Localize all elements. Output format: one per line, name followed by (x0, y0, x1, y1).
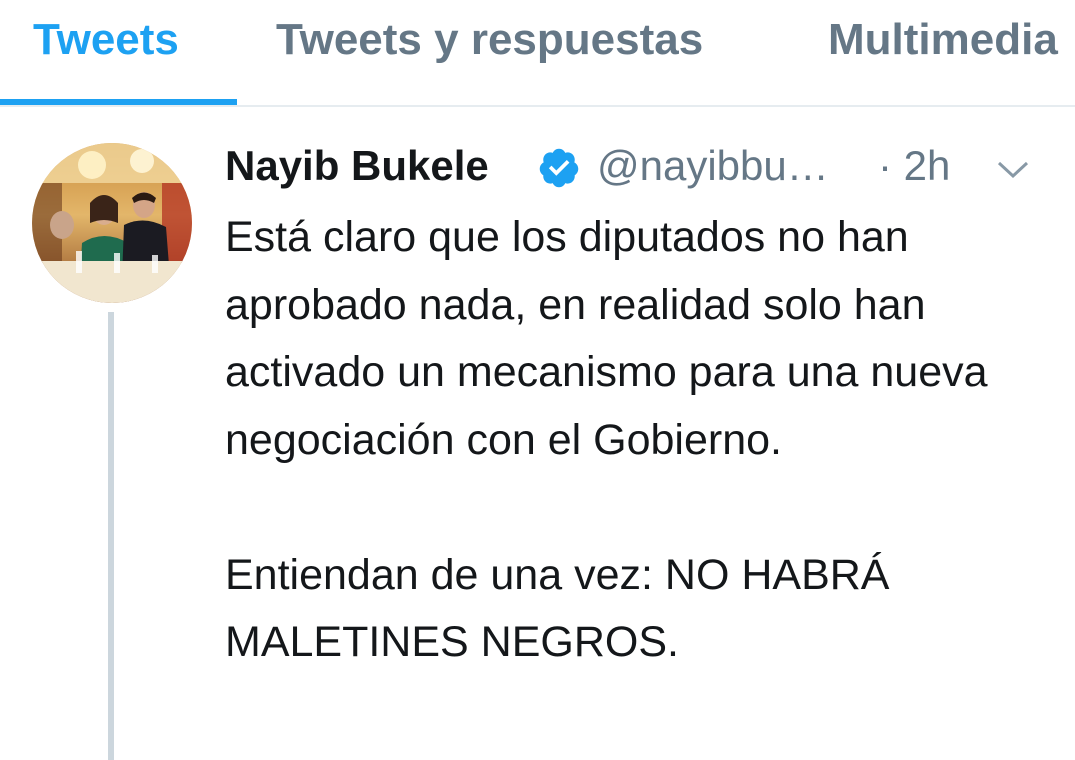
profile-tabs: Tweets Tweets y respuestas Multimedia (0, 0, 1075, 107)
tweet-paragraph: Está claro que los diputados no han apro… (225, 213, 988, 464)
tab-tweets-replies[interactable]: Tweets y respuestas (276, 14, 703, 66)
tweet-timestamp[interactable]: · 2h (878, 140, 950, 192)
author-name[interactable]: Nayib Bukele (225, 140, 489, 192)
active-tab-indicator (0, 99, 237, 105)
tab-tweets[interactable]: Tweets (33, 14, 179, 66)
thread-connector-line (108, 312, 114, 760)
chevron-down-icon[interactable] (996, 158, 1030, 182)
tweet-header: Nayib Bukele @nayibbu… · 2h (225, 138, 1045, 198)
avatar[interactable] (32, 143, 192, 303)
author-handle[interactable]: @nayibbu… (597, 140, 829, 192)
tab-media[interactable]: Multimedia (828, 14, 1058, 66)
tweet-text: Está claro que los diputados no han apro… (225, 204, 1055, 677)
verified-badge-icon (537, 146, 581, 190)
avatar-photo (32, 143, 192, 303)
tweet-paragraph: Entiendan de una vez: NO HABRÁ MALETINES… (225, 550, 890, 667)
